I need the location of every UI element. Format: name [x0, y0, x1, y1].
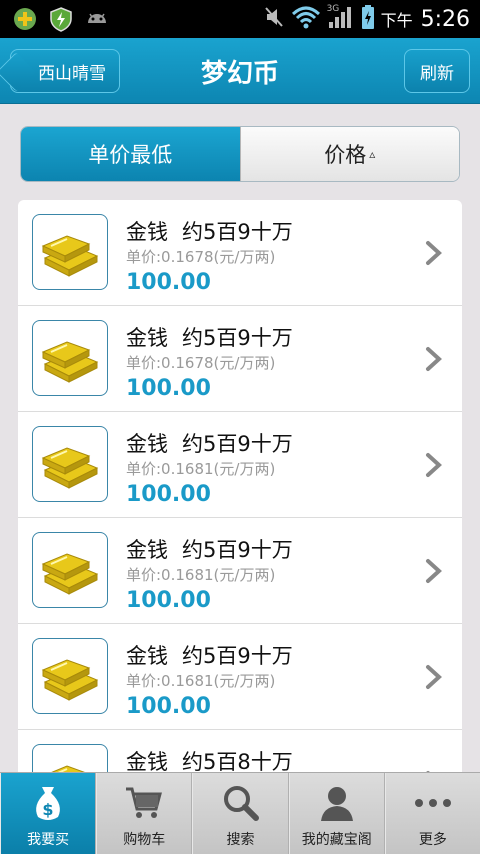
gold-bars-icon: [32, 638, 108, 714]
sort-tabs: 单价最低 价格 ▵: [20, 126, 460, 182]
item-name: 金钱: [126, 220, 168, 244]
nav-search[interactable]: 搜索: [192, 773, 289, 854]
network-type: 3G: [326, 4, 340, 14]
title-bar: 梦幻币 西山晴雪 刷新: [0, 38, 480, 104]
refresh-button[interactable]: 刷新: [404, 49, 470, 93]
chevron-right-icon: [426, 347, 442, 371]
status-bar: 3G 下午 5:26: [0, 0, 480, 38]
shield-icon: [48, 6, 74, 32]
chevron-right-icon: [426, 241, 442, 265]
item-amount: 约5百8十万: [182, 750, 293, 772]
gold-bars-icon: [32, 744, 108, 772]
money-bag-icon: $: [27, 783, 69, 823]
item-title: 金钱 约5百9十万: [126, 428, 293, 458]
list-item[interactable]: 金钱 约5百9十万 单价:0.1681(元/万两) 100.00: [18, 518, 462, 624]
item-unit-price: 单价:0.1678(元/万两): [126, 248, 276, 266]
item-list: 金钱 约5百9十万 单价:0.1678(元/万两) 100.00 金钱 约5百9十万…: [18, 200, 462, 772]
item-amount: 约5百9十万: [182, 644, 293, 668]
item-price: 100.00: [126, 482, 211, 507]
item-unit-price: 单价:0.1681(元/万两): [126, 566, 276, 584]
item-title: 金钱 约5百9十万: [126, 216, 293, 246]
sort-arrow-icon: ▵: [369, 147, 376, 161]
chevron-right-icon: [426, 559, 442, 583]
nav-label: 购物车: [123, 832, 166, 848]
tab-label: 单价最低: [88, 143, 173, 167]
tab-label: 价格: [324, 143, 367, 167]
list-item[interactable]: 金钱 约5百9十万 单价:0.1681(元/万两) 100.00: [18, 412, 462, 518]
item-amount: 约5百9十万: [182, 220, 293, 244]
nav-label: 我要买: [27, 832, 70, 848]
chevron-right-icon: [426, 665, 442, 689]
back-button[interactable]: 西山晴雪: [10, 49, 120, 93]
item-amount: 约5百9十万: [182, 326, 293, 350]
more-icon: [412, 783, 454, 823]
wifi-icon: [291, 4, 321, 34]
item-amount: 约5百9十万: [182, 432, 293, 456]
list-item[interactable]: 金钱 约5百9十万 单价:0.1678(元/万两) 100.00: [18, 306, 462, 412]
nav-label: 更多: [418, 832, 447, 848]
svg-text:$: $: [43, 800, 54, 819]
list-item[interactable]: 金钱 约5百8十万: [18, 730, 462, 772]
user-icon: [316, 783, 358, 823]
signal-icon: 3G: [327, 4, 355, 34]
app-notification-icon: [12, 6, 38, 32]
cart-icon: [123, 783, 165, 823]
nav-cart[interactable]: 购物车: [96, 773, 193, 854]
battery-icon: [361, 4, 375, 34]
item-price: 100.00: [126, 694, 211, 719]
item-amount: 约5百9十万: [182, 538, 293, 562]
gold-bars-icon: [32, 426, 108, 502]
nav-label: 我的藏宝阁: [301, 832, 372, 848]
gold-bars-icon: [32, 532, 108, 608]
status-ampm: 下午: [380, 11, 413, 30]
item-name: 金钱: [126, 538, 168, 562]
item-name: 金钱: [126, 750, 168, 772]
item-unit-price: 单价:0.1681(元/万两): [126, 460, 276, 478]
gold-bars-icon: [32, 320, 108, 396]
back-button-label: 西山晴雪: [38, 63, 106, 84]
nav-my-treasure[interactable]: 我的藏宝阁: [288, 773, 385, 854]
item-price: 100.00: [126, 376, 211, 401]
search-icon: [220, 783, 262, 823]
item-unit-price: 单价:0.1678(元/万两): [126, 354, 276, 372]
list-item[interactable]: 金钱 约5百9十万 单价:0.1681(元/万两) 100.00: [18, 624, 462, 730]
item-title: 金钱 约5百9十万: [126, 322, 293, 352]
android-icon: [84, 6, 110, 32]
mute-icon: [263, 4, 285, 34]
item-price: 100.00: [126, 270, 211, 295]
status-time: 5:26: [420, 6, 470, 32]
item-name: 金钱: [126, 432, 168, 456]
nav-buy[interactable]: $ 我要买: [0, 773, 97, 854]
gold-bars-icon: [32, 214, 108, 290]
item-unit-price: 单价:0.1681(元/万两): [126, 672, 276, 690]
item-name: 金钱: [126, 644, 168, 668]
item-title: 金钱 约5百9十万: [126, 640, 293, 670]
nav-more[interactable]: 更多: [384, 773, 480, 854]
tab-lowest-unit-price[interactable]: 单价最低: [21, 127, 240, 181]
item-price: 100.00: [126, 588, 211, 613]
bottom-nav: $ 我要买 购物车 搜索 我的藏宝阁 更多: [0, 772, 480, 854]
item-title: 金钱 约5百8十万: [126, 746, 293, 772]
chevron-right-icon: [426, 453, 442, 477]
nav-label: 搜索: [226, 832, 255, 848]
item-title: 金钱 约5百9十万: [126, 534, 293, 564]
list-item[interactable]: 金钱 约5百9十万 单价:0.1678(元/万两) 100.00: [18, 200, 462, 306]
tab-price[interactable]: 价格 ▵: [239, 127, 459, 181]
item-name: 金钱: [126, 326, 168, 350]
